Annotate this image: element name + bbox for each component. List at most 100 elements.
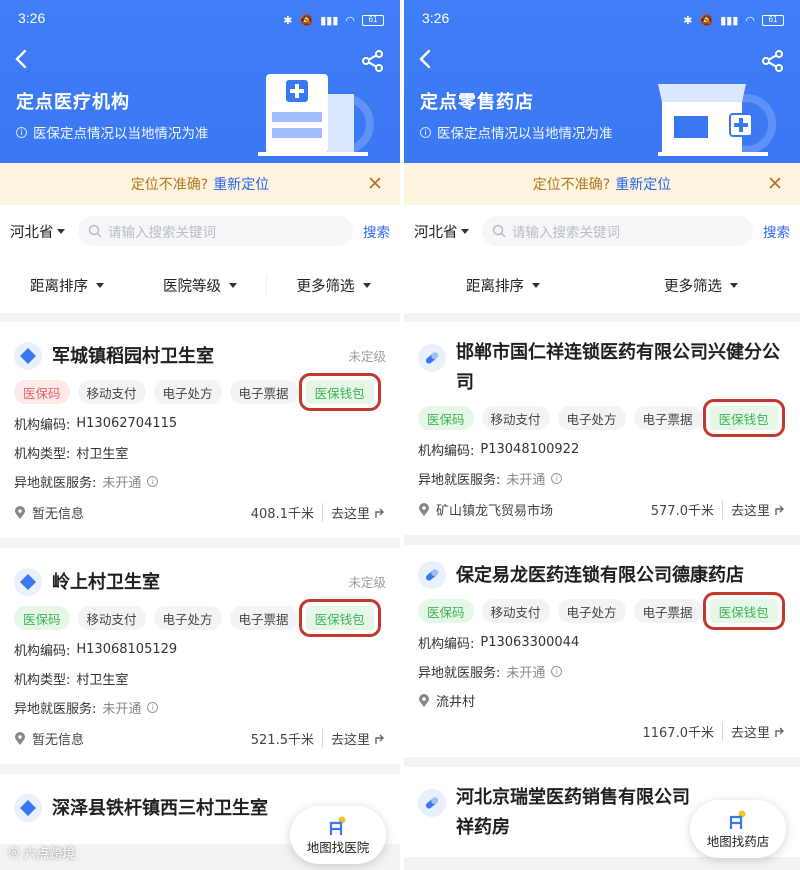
filter-more[interactable]: 更多筛选 — [602, 275, 800, 296]
back-icon[interactable] — [12, 48, 32, 70]
screens: 3:26 ✱ 🔕 ▮▮▮ ◠ 61 定点医疗机构 i 医保定点情况以当地情况为准 — [0, 0, 800, 870]
header-hero: 3:26 ✱ 🔕 ▮▮▮ ◠ 61 定点零售药店 i 医保定点情况以当地情况为准 — [404, 0, 800, 163]
map-find-pharmacy-button[interactable]: 地图找药店 — [690, 800, 786, 858]
tag: 医保码 — [418, 406, 474, 430]
relocate-link[interactable]: 重新定位 — [213, 174, 269, 194]
page-title: 定点医疗机构 — [16, 92, 130, 113]
tag: 移动支付 — [481, 406, 550, 430]
filter-label: 更多筛选 — [664, 278, 722, 295]
province-select[interactable]: 河北省 — [10, 221, 78, 242]
institution-code: 机构编码: H13062704115 — [14, 414, 386, 433]
info-icon[interactable]: i — [551, 473, 563, 484]
tag-insurance-wallet: 医保钱包 — [702, 399, 785, 437]
remote-service: 异地就医服务: 未开通 i — [418, 662, 786, 681]
search-button[interactable]: 搜索 — [363, 221, 390, 241]
clinic-icon — [14, 342, 42, 370]
chevron-down-icon — [460, 228, 469, 234]
pharmacy-list: 邯郸市国仁祥连锁医药有限公司兴健分公司 医保码 移动支付 电子处方 电子票据 医… — [404, 322, 800, 867]
status-time: 3:26 — [18, 10, 46, 26]
institution-code: 机构编码: H13068105129 — [14, 640, 386, 659]
map-button-label: 地图找药店 — [706, 833, 770, 849]
relocate-bar: 定位不准确? 重新定位 — [404, 163, 800, 205]
institution-level: 未定级 — [348, 575, 386, 590]
list-item[interactable]: 保定易龙医药连锁有限公司德康药店 医保码 移动支付 电子处方 电子票据 医保钱包… — [404, 545, 800, 757]
chevron-down-icon — [362, 282, 371, 288]
chevron-down-icon — [56, 228, 65, 234]
filter-more[interactable]: 更多筛选 — [266, 274, 400, 296]
search-input[interactable]: 请输入搜索关键词 — [482, 216, 753, 246]
institution-list: 军城镇稻园村卫生室 未定级 医保码 移动支付 电子处方 电子票据 医保钱包 机构… — [0, 322, 400, 854]
info-icon: i — [16, 126, 27, 138]
field-value: H13062704115 — [76, 416, 178, 431]
close-icon[interactable] — [366, 174, 384, 192]
field-label: 机构编码: — [418, 637, 475, 652]
filter-label: 更多筛选 — [296, 278, 355, 295]
card-header: 岭上村卫生室 — [14, 568, 386, 598]
institution-name: 邯郸市国仁祥连锁医药有限公司兴健分公司 — [456, 342, 780, 393]
field-value: 未开通 — [506, 666, 546, 681]
address: 流井村 — [418, 691, 786, 710]
filter-hospital-level[interactable]: 医院等级 — [134, 275, 266, 296]
bluetooth-icon: ✱ — [683, 14, 693, 27]
list-item[interactable]: 邯郸市国仁祥连锁医药有限公司兴健分公司 医保码 移动支付 电子处方 电子票据 医… — [404, 322, 800, 535]
search-placeholder: 请输入搜索关键词 — [512, 225, 620, 241]
navigate-icon — [775, 505, 784, 515]
field-label: 机构类型: — [14, 673, 71, 688]
info-icon[interactable]: i — [147, 702, 159, 713]
chevron-down-icon — [730, 282, 738, 288]
filter-distance[interactable]: 距离排序 — [0, 275, 134, 296]
field-value: 未开通 — [102, 476, 142, 491]
chevron-down-icon — [532, 282, 540, 288]
list-item[interactable]: 岭上村卫生室 未定级 医保码 移动支付 电子处方 电子票据 医保钱包 机构编码:… — [0, 548, 400, 764]
list-item[interactable]: 军城镇稻园村卫生室 未定级 医保码 移动支付 电子处方 电子票据 医保钱包 机构… — [0, 322, 400, 538]
tag: 电子处方 — [557, 406, 626, 430]
navigate-button[interactable]: 去这里 — [323, 729, 386, 748]
info-icon: i — [420, 126, 431, 138]
province-select[interactable]: 河北省 — [414, 221, 482, 242]
pill-icon — [418, 344, 446, 372]
institution-level: 未定级 — [348, 349, 386, 364]
field-value: P13048100922 — [480, 442, 580, 457]
navigate-button[interactable]: 去这里 — [723, 500, 786, 519]
map-find-hospital-button[interactable]: 地图找医院 — [290, 806, 386, 864]
tag-insurance-wallet: 医保钱包 — [298, 373, 381, 411]
info-icon[interactable]: i — [551, 666, 563, 677]
tag: 移动支付 — [77, 606, 146, 630]
pin-icon — [419, 502, 429, 516]
search-icon — [88, 224, 102, 238]
institution-code: 机构编码: P13048100922 — [418, 440, 786, 459]
status-time: 3:26 — [422, 10, 450, 26]
search-input[interactable]: 请输入搜索关键词 — [78, 216, 353, 246]
back-icon[interactable] — [416, 48, 436, 70]
field-label: 异地就医服务: — [418, 473, 501, 488]
tag: 电子票据 — [633, 599, 702, 623]
search-button[interactable]: 搜索 — [763, 221, 790, 241]
tag: 医保码 — [418, 599, 474, 623]
field-value: H13068105129 — [76, 642, 178, 657]
tag: 电子票据 — [633, 406, 702, 430]
relocate-bar: 定位不准确? 重新定位 — [0, 163, 400, 205]
navigate-label: 去这里 — [730, 504, 770, 519]
tag: 电子处方 — [153, 606, 222, 630]
field-value: 村卫生室 — [76, 447, 129, 462]
tag: 移动支付 — [77, 380, 146, 404]
chevron-down-icon — [96, 282, 104, 288]
remote-service: 异地就医服务: 未开通 i — [418, 469, 786, 488]
field-label: 机构类型: — [14, 447, 71, 462]
info-icon[interactable]: i — [147, 476, 159, 487]
hero-note-text: 医保定点情况以当地情况为准 — [33, 126, 209, 142]
filter-distance[interactable]: 距离排序 — [404, 275, 602, 296]
relocate-link[interactable]: 重新定位 — [615, 174, 671, 194]
pin-icon — [15, 505, 25, 519]
navigate-button[interactable]: 去这里 — [723, 722, 786, 741]
close-icon[interactable] — [766, 174, 784, 192]
battery-icon: 61 — [762, 14, 784, 26]
navigate-button[interactable]: 去这里 — [323, 503, 386, 522]
tag: 电子处方 — [153, 380, 222, 404]
phone-hospitals: 3:26 ✱ 🔕 ▮▮▮ ◠ 61 定点医疗机构 i 医保定点情况以当地情况为准 — [0, 0, 400, 870]
signal-icon: ▮▮▮ — [720, 14, 739, 27]
mute-icon: 🔕 — [299, 14, 314, 27]
tag-row: 医保码 移动支付 电子处方 电子票据 医保钱包 — [418, 399, 786, 437]
province-label: 河北省 — [414, 224, 458, 241]
province-label: 河北省 — [10, 224, 54, 241]
